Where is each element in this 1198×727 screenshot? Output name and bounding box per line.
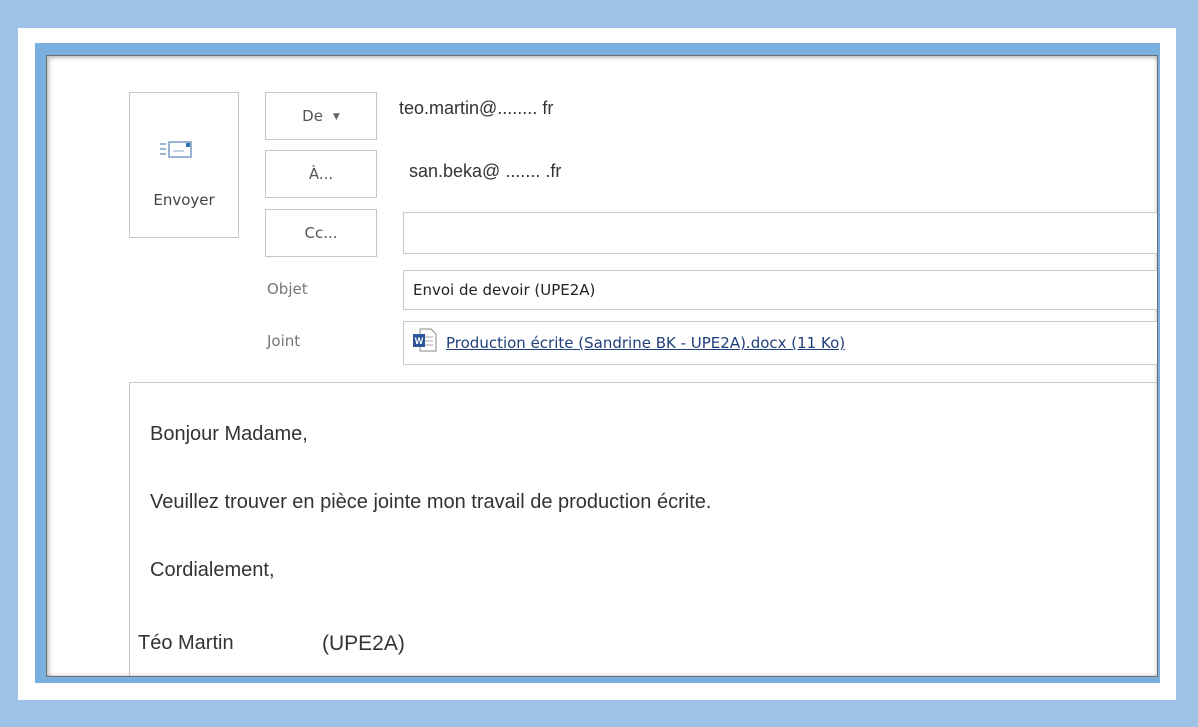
svg-text:W: W <box>415 336 424 346</box>
subject-field[interactable]: Envoi de devoir (UPE2A) <box>403 270 1157 310</box>
cc-button[interactable]: Cc... <box>265 209 377 257</box>
to-button[interactable]: À... <box>265 150 377 198</box>
send-label: Envoyer <box>153 191 215 209</box>
message-body[interactable]: Bonjour Madame, Veuillez trouver en pièc… <box>129 382 1157 676</box>
from-label: De <box>302 107 323 125</box>
subject-label: Objet <box>267 280 308 298</box>
attachment-label: Joint <box>267 332 301 350</box>
from-address: teo.martin@........ fr <box>399 98 554 118</box>
subject-value: Envoi de devoir (UPE2A) <box>413 281 596 299</box>
attachment-file-name: Production écrite (Sandrine BK - UPE2A).… <box>446 334 846 352</box>
chevron-down-icon: ▼ <box>332 112 340 122</box>
body-message: Veuillez trouver en pièce jointe mon tra… <box>150 491 712 513</box>
send-button[interactable]: Envoyer <box>129 92 239 238</box>
attachment-file-link[interactable]: Production écrite (Sandrine BK - UPE2A).… <box>446 334 845 352</box>
signature-name: Téo Martin <box>138 632 234 654</box>
to-address[interactable]: san.beka@ ....... .fr <box>409 161 561 182</box>
from-button[interactable]: De ▼ <box>265 92 377 140</box>
signature-class: (UPE2A) <box>322 632 405 655</box>
word-document-icon: W <box>413 328 437 352</box>
body-greeting: Bonjour Madame, <box>150 423 308 445</box>
email-compose-window: Envoyer De ▼ teo.martin@........ fr À... … <box>46 55 1158 677</box>
cc-field[interactable] <box>403 212 1157 254</box>
attachment-field: W Production écrite (Sandrine BK - UPE2A… <box>403 321 1157 365</box>
envelope-send-icon <box>160 141 192 158</box>
body-closing: Cordialement, <box>150 559 275 581</box>
